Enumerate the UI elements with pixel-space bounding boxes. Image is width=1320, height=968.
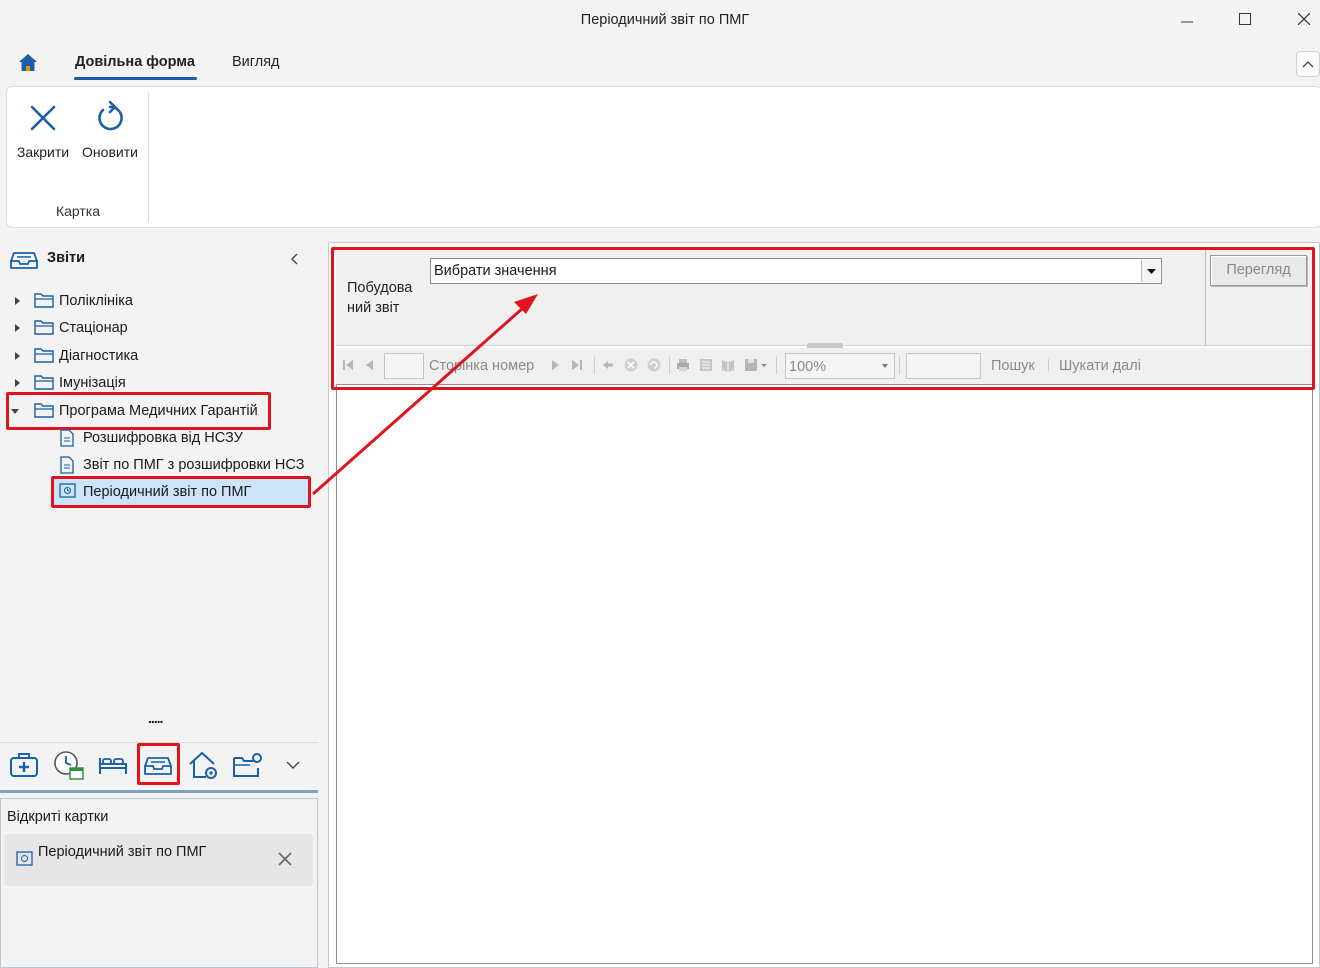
chevron-up-icon: [1302, 61, 1314, 68]
refresh-icon: [98, 101, 123, 131]
close-card-button[interactable]: Закрити: [12, 96, 74, 166]
refresh-button[interactable]: Оновити: [78, 96, 142, 166]
tree-report-label: Звіт по ПМГ з розшифровки НСЗ: [83, 457, 305, 473]
refresh-label: Оновити: [82, 144, 138, 160]
folder-icon: [34, 375, 54, 390]
caret-right-icon[interactable]: [12, 296, 22, 306]
tree-report-pmg-from-decode[interactable]: Звіт по ПМГ з розшифровки НСЗ: [0, 452, 318, 478]
active-tab-indicator: [74, 77, 197, 80]
tree-folder-polyclinic[interactable]: Поліклініка: [0, 288, 318, 314]
document-icon: [60, 429, 74, 447]
reports-tray-icon: [10, 247, 38, 271]
nav-more-button[interactable]: [278, 748, 308, 782]
close-x-icon: [30, 105, 56, 131]
tab-view[interactable]: Вигляд: [232, 54, 280, 70]
clock-calendar-icon: [54, 751, 84, 780]
caret-right-icon[interactable]: [12, 351, 22, 361]
close-icon: [278, 852, 292, 866]
folder-settings-icon: [233, 753, 262, 777]
bed-icon: [99, 758, 127, 774]
home-settings-icon: [189, 751, 217, 779]
tree-folder-label: Поліклініка: [59, 293, 133, 309]
tree-folder-diagnostics[interactable]: Діагностика: [0, 343, 318, 369]
tree-folder-label: Імунізація: [59, 375, 126, 391]
maximize-button[interactable]: [1230, 8, 1260, 32]
chevron-down-icon: [286, 761, 300, 769]
maximize-icon: [1239, 13, 1251, 25]
nav-polyclinic-button[interactable]: [6, 748, 42, 782]
report-content-area: [336, 384, 1313, 964]
home-button[interactable]: [17, 52, 39, 74]
close-open-card-button[interactable]: [276, 850, 294, 868]
close-icon: [1298, 13, 1310, 25]
nav-home-settings-button[interactable]: [186, 748, 222, 782]
window-title: Періодичний звіт по ПМГ: [580, 12, 750, 28]
annotation-highlight-periodic-report: [51, 476, 311, 508]
tree-folder-hospital[interactable]: Стаціонар: [0, 315, 318, 341]
splitter-handle[interactable]: .....: [148, 710, 168, 726]
ribbon-panel: [6, 86, 1320, 228]
nav-schedule-button[interactable]: [50, 748, 86, 782]
ribbon-group-label: Картка: [55, 203, 101, 219]
minimize-button[interactable]: [1172, 8, 1202, 32]
annotation-highlight-reports-nav: [137, 743, 180, 785]
reports-header-label: Звіти: [47, 250, 86, 266]
collapse-ribbon-button[interactable]: [1296, 51, 1320, 77]
chevron-left-icon: [291, 253, 298, 265]
open-card-item[interactable]: [4, 834, 313, 886]
nav-folder-settings-button[interactable]: [230, 748, 266, 782]
document-icon: [60, 456, 74, 474]
periodic-report-icon: [16, 851, 33, 866]
nav-bar-bottom-border: [0, 790, 318, 793]
caret-right-icon[interactable]: [12, 323, 22, 333]
collapse-pane-button[interactable]: [286, 250, 304, 268]
folder-icon: [34, 320, 54, 335]
ribbon-group-separator: [148, 92, 149, 222]
nav-hospital-button[interactable]: [95, 748, 131, 782]
folder-icon: [34, 293, 54, 308]
tree-report-nszu-decode[interactable]: Розшифровка від НСЗУ: [0, 425, 318, 451]
close-card-label: Закрити: [16, 144, 70, 160]
tab-freeform[interactable]: Довільна форма: [75, 54, 195, 70]
minimize-icon: [1181, 21, 1193, 23]
tree-folder-label: Стаціонар: [59, 320, 128, 336]
home-icon: [19, 54, 37, 71]
annotation-highlight-report-params: [331, 247, 1315, 390]
open-cards-title: Відкриті картки: [7, 809, 109, 825]
open-card-label: Періодичний звіт по ПМГ: [38, 844, 207, 860]
folder-icon: [34, 348, 54, 363]
first-aid-kit-icon: [10, 753, 38, 777]
caret-right-icon[interactable]: [12, 378, 22, 388]
window-close-button[interactable]: [1289, 8, 1319, 32]
tree-report-label: Розшифровка від НСЗУ: [83, 430, 243, 446]
tree-folder-label: Діагностика: [59, 348, 139, 364]
